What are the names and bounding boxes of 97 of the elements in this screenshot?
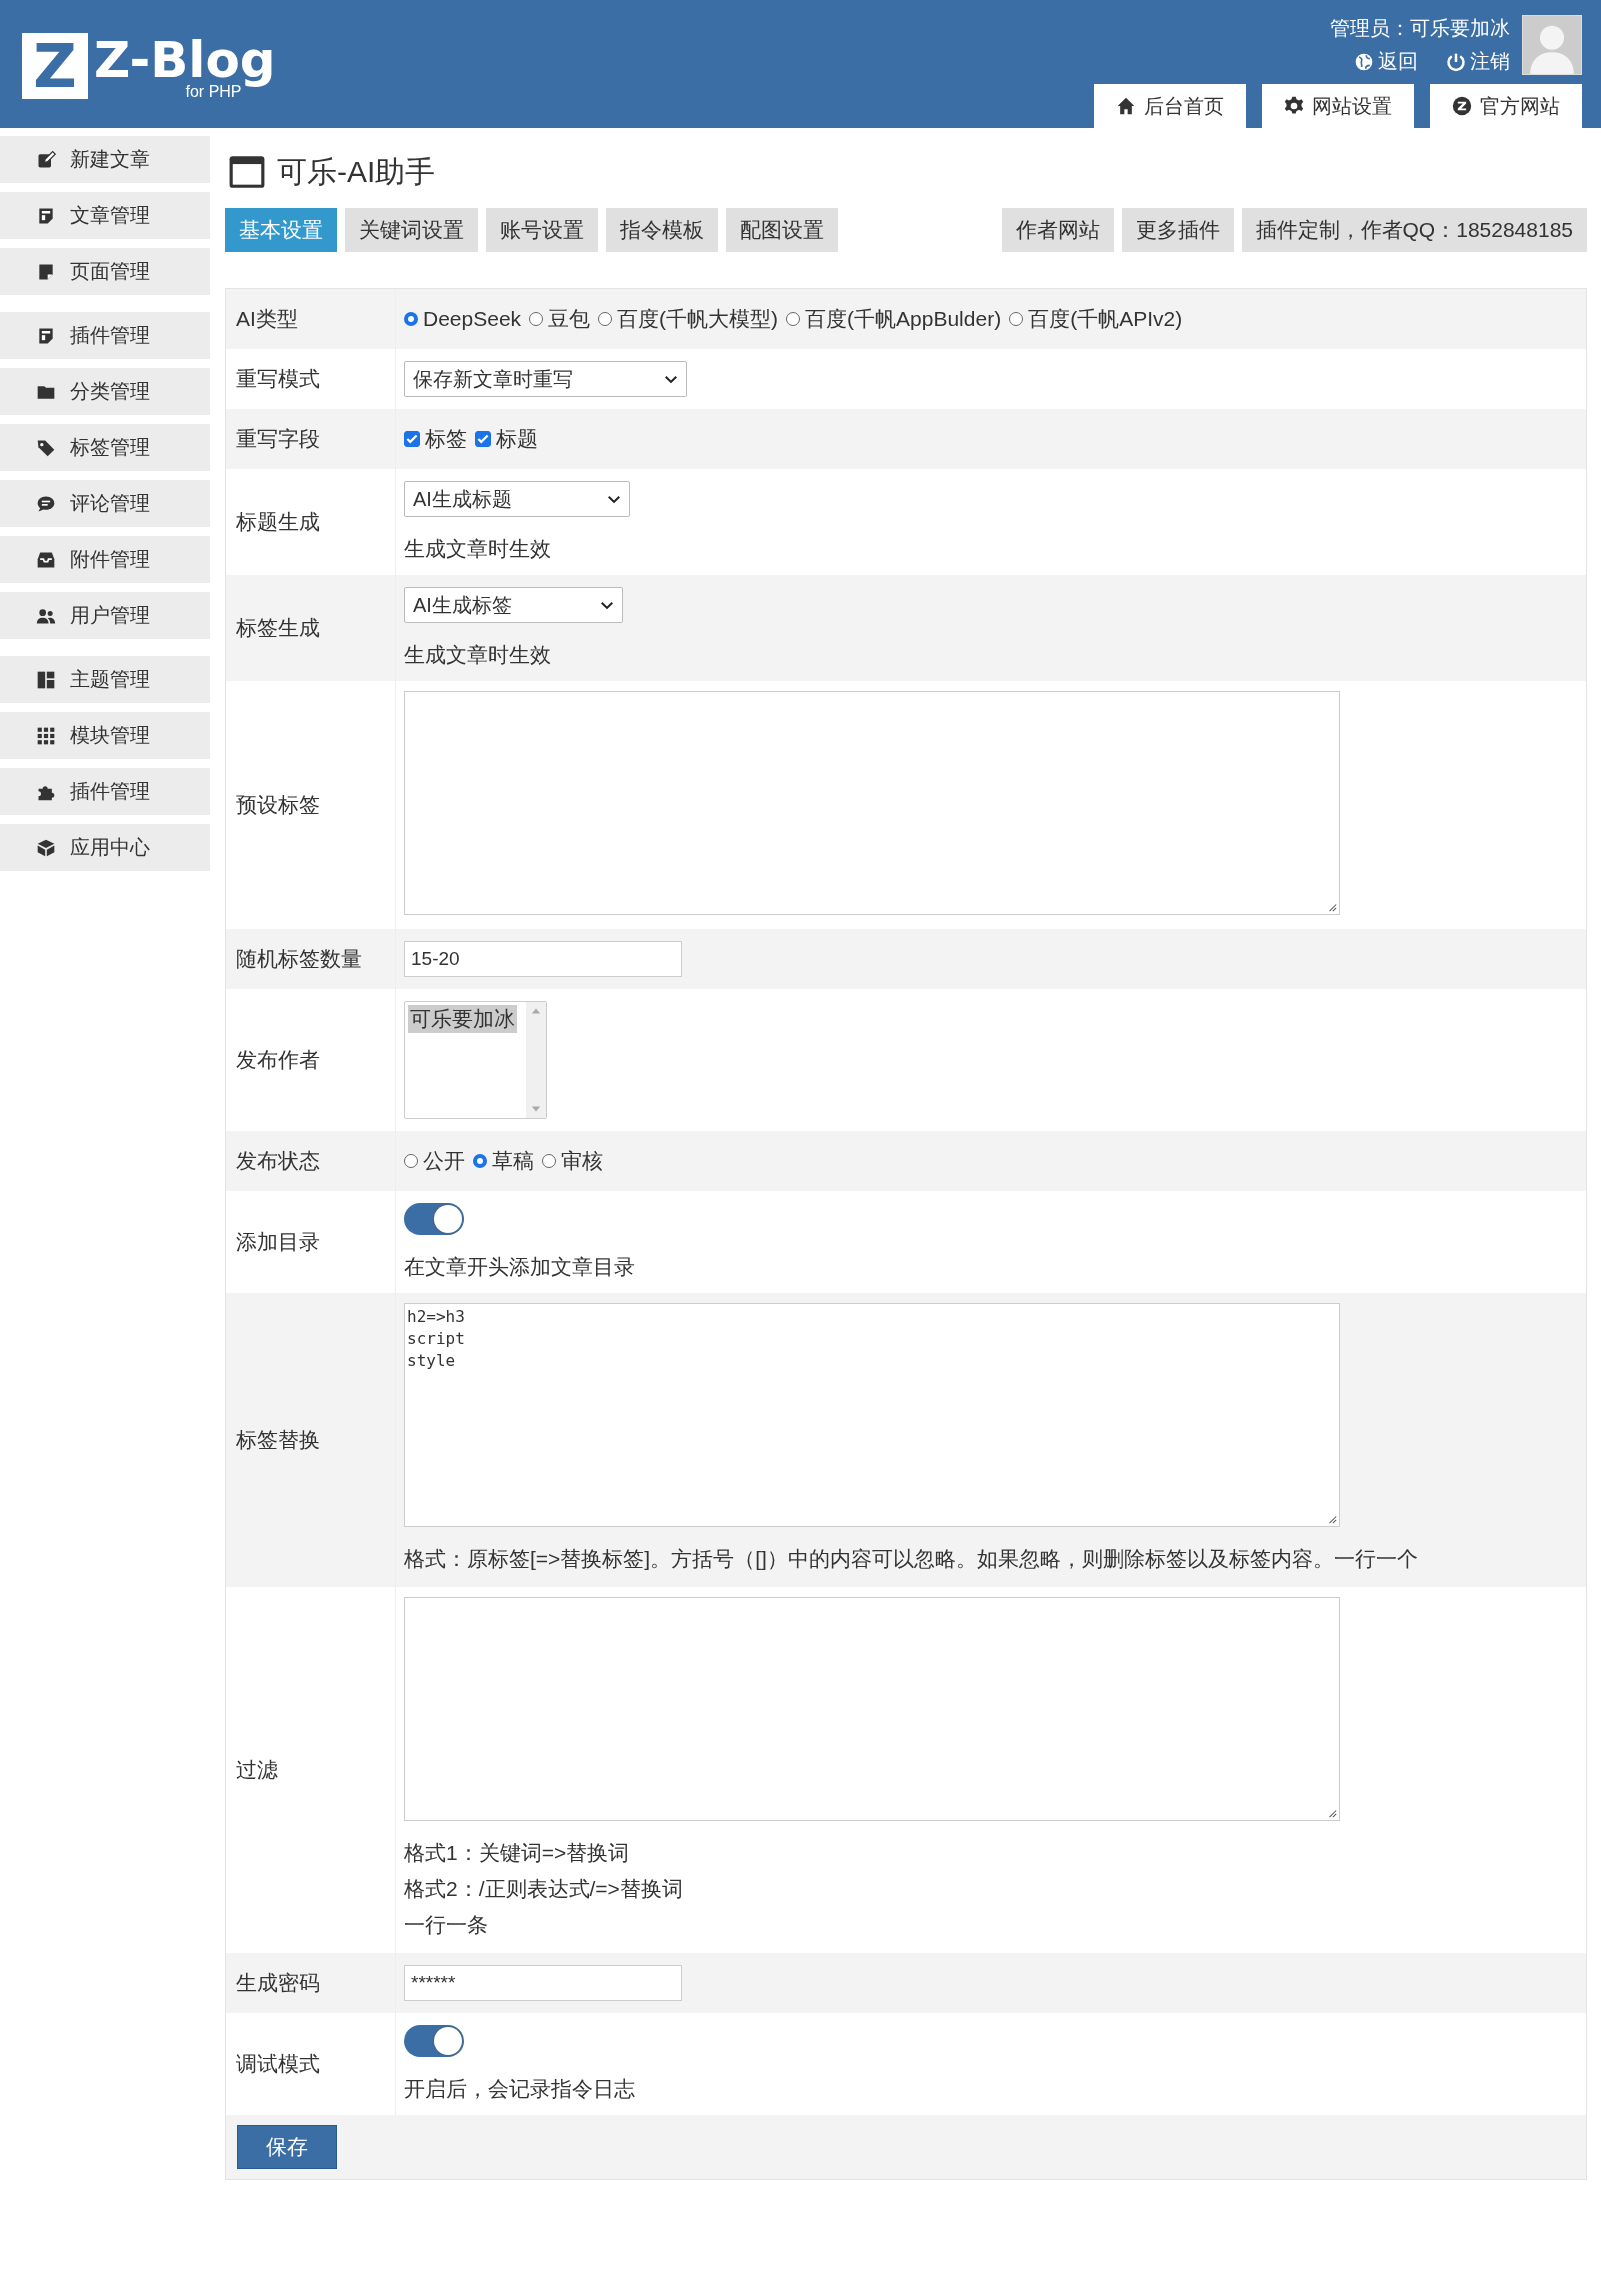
edit-icon — [36, 149, 56, 170]
sidebar-item[interactable]: 页面管理 — [0, 248, 210, 295]
sidebar-item[interactable]: 应用中心 — [0, 824, 210, 871]
dropdown[interactable]: AI生成标签 — [404, 587, 623, 623]
field-label: 发布状态 — [236, 1148, 320, 1174]
field-label: 过滤 — [236, 1757, 278, 1783]
help-text: 格式1：关键词=>替换词 — [404, 1840, 631, 1866]
help-text: 格式：原标签[=>替换标签]。方括号（[]）中的内容可以忽略。如果忽略，则删除标签以及标签内容。一行一个 — [404, 1546, 1419, 1572]
option-label: 豆包 — [548, 306, 591, 332]
option-label: 百度(千帆大模型) — [617, 306, 779, 332]
help-text: 生成文章时生效 — [404, 642, 552, 668]
text-area[interactable]: h2=>h3 script style — [404, 1303, 1340, 1527]
sidebar-item[interactable]: 新建文章 — [0, 136, 210, 183]
resize-grip-icon — [1327, 1514, 1337, 1524]
resize-grip-icon — [1327, 1808, 1337, 1818]
field-label: 生成密码 — [236, 1970, 320, 1996]
sidebar-item[interactable]: 评论管理 — [0, 480, 210, 527]
sidebar-item[interactable]: 标签管理 — [0, 424, 210, 471]
field-label: 发布作者 — [236, 1047, 320, 1073]
option-label: 审核 — [561, 1148, 603, 1174]
radio-button[interactable] — [786, 312, 801, 326]
input-field[interactable]: 15-20 — [404, 941, 682, 977]
help-text: 格式2：/正则表达式/=>替换词 — [404, 1876, 684, 1902]
gear-icon — [1284, 96, 1304, 116]
sidebar-item[interactable]: 主题管理 — [0, 656, 210, 703]
nav-tab[interactable]: 后台首页 — [1094, 84, 1246, 128]
avatar — [1522, 15, 1582, 75]
list-option[interactable]: 可乐要加冰 — [408, 1005, 517, 1033]
option-label: 标题 — [496, 426, 538, 452]
field-label: 随机标签数量 — [236, 946, 362, 972]
power-icon — [1446, 51, 1466, 72]
radio-button[interactable] — [598, 312, 613, 326]
field-label: 标题生成 — [236, 509, 320, 535]
link-button[interactable]: 作者网站 — [1001, 208, 1114, 252]
z-logo-icon — [1452, 96, 1472, 116]
checkbox[interactable] — [475, 431, 491, 447]
scroll-down-icon — [531, 1104, 541, 1114]
toggle-switch[interactable] — [404, 1203, 464, 1235]
field-label: 重写字段 — [236, 426, 320, 452]
radio-button[interactable] — [473, 1154, 487, 1168]
cube-icon — [36, 837, 56, 858]
layout-icon — [36, 669, 56, 690]
field-label: 添加目录 — [236, 1229, 320, 1255]
option-label: 公开 — [423, 1148, 465, 1174]
dropdown[interactable]: AI生成标题 — [404, 481, 630, 517]
list-box[interactable]: 可乐要加冰 — [404, 1001, 547, 1119]
save-button[interactable]: 保存 — [237, 2125, 337, 2169]
radio-button[interactable] — [404, 1154, 418, 1168]
field-label: 标签替换 — [236, 1427, 320, 1453]
checkbox[interactable] — [404, 431, 420, 447]
nav-tab[interactable]: 官方网站 — [1430, 84, 1582, 128]
tab[interactable]: 指令模板 — [606, 208, 718, 252]
logo-mark: Z — [22, 33, 88, 99]
sidebar-item[interactable]: 插件管理 — [0, 768, 210, 815]
header-link[interactable]: 注销 — [1446, 48, 1510, 75]
field-label: 标签生成 — [236, 615, 320, 641]
radio-button[interactable] — [542, 1154, 556, 1168]
link-button[interactable]: 插件定制，作者QQ：1852848185 — [1241, 208, 1587, 252]
help-text: 一行一条 — [404, 1912, 489, 1938]
toggle-switch[interactable] — [404, 2025, 464, 2057]
logo-subtitle: for PHP — [185, 83, 242, 101]
sidebar-item[interactable]: 文章管理 — [0, 192, 210, 239]
scroll-up-icon — [531, 1006, 541, 1016]
dropdown[interactable]: 保存新文章时重写 — [404, 361, 687, 397]
option-label: DeepSeek — [423, 307, 522, 331]
resize-grip-icon — [1327, 902, 1337, 912]
sidebar-item[interactable]: 模块管理 — [0, 712, 210, 759]
help-text: 在文章开头添加文章目录 — [404, 1254, 636, 1280]
input-field[interactable]: ****** — [404, 1965, 682, 2001]
radio-button[interactable] — [1009, 312, 1024, 326]
option-label: 百度(千帆APIv2) — [1028, 306, 1183, 332]
field-label: AI类型 — [236, 306, 298, 332]
header-link[interactable]: 返回 — [1354, 48, 1418, 75]
radio-button[interactable] — [529, 312, 544, 326]
sidebar-item[interactable]: 附件管理 — [0, 536, 210, 583]
link-button[interactable]: 更多插件 — [1121, 208, 1234, 252]
tab[interactable]: 关键词设置 — [345, 208, 478, 252]
tab[interactable]: 配图设置 — [726, 208, 838, 252]
sidebar-item[interactable]: 分类管理 — [0, 368, 210, 415]
option-label: 百度(千帆AppBulder) — [805, 306, 1002, 332]
admin-name: 管理员：可乐要加冰 — [1330, 16, 1510, 41]
field-label: 调试模式 — [236, 2051, 320, 2077]
nav-tab[interactable]: 网站设置 — [1262, 84, 1414, 128]
grid-icon — [36, 725, 56, 746]
page-title: 可乐-AI助手 — [277, 153, 436, 190]
option-label: 草稿 — [492, 1148, 534, 1174]
tab[interactable]: 账号设置 — [486, 208, 598, 252]
home-icon — [1116, 96, 1136, 116]
sidebar-item[interactable]: 插件管理 — [0, 312, 210, 359]
help-text: 开启后，会记录指令日志 — [404, 2076, 636, 2102]
field-label: 预设标签 — [236, 792, 320, 818]
sidebar-item[interactable]: 用户管理 — [0, 592, 210, 639]
option-label: 标签 — [425, 426, 467, 452]
help-text: 生成文章时生效 — [404, 536, 552, 562]
field-label: 重写模式 — [236, 366, 320, 392]
globe-icon — [1354, 51, 1374, 72]
radio-button[interactable] — [404, 312, 418, 326]
